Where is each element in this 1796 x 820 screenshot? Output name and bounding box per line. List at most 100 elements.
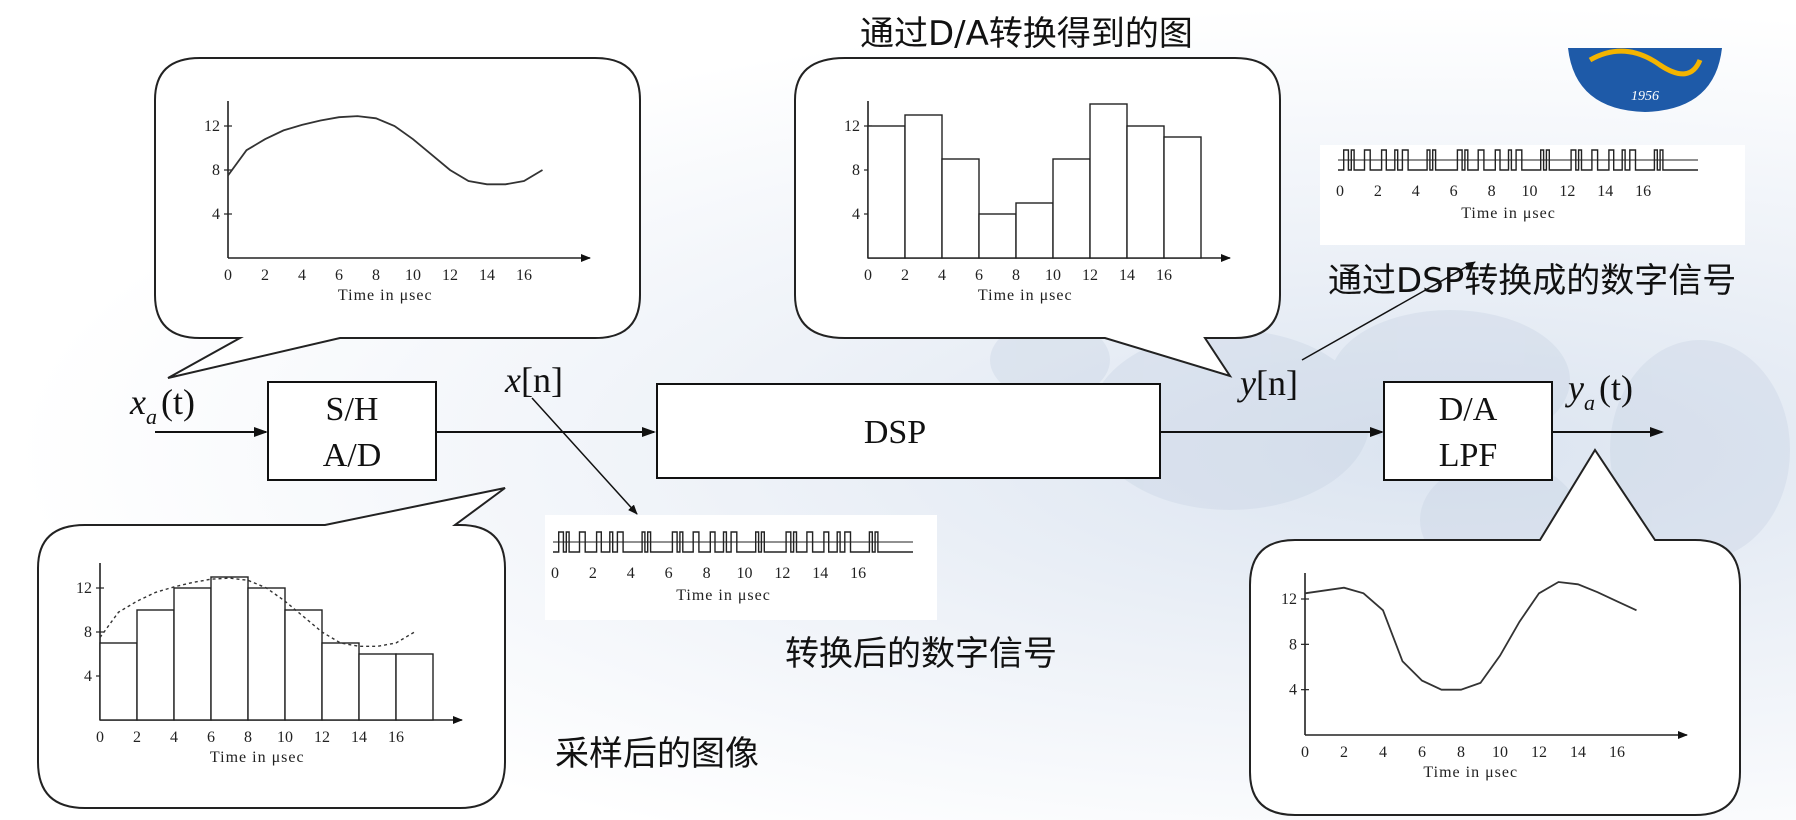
x-tick-label: 10 bbox=[736, 565, 752, 582]
x-tick-label: 12 bbox=[1082, 267, 1098, 284]
x-tick-label: 12 bbox=[314, 729, 330, 746]
y-tick-label: 12 bbox=[1281, 591, 1297, 608]
x-tick-label: 14 bbox=[351, 729, 367, 746]
y-tick-label: 12 bbox=[204, 118, 220, 135]
x-axis-label: Time in μsec bbox=[210, 749, 305, 766]
x-tick-label: 12 bbox=[774, 565, 790, 582]
bar bbox=[99, 642, 138, 721]
bar bbox=[210, 576, 249, 721]
x-tick-label: 6 bbox=[1450, 183, 1458, 200]
bar bbox=[284, 609, 323, 721]
x-tick-label: 0 bbox=[864, 267, 872, 284]
x-tick-label: 16 bbox=[388, 729, 404, 746]
bar bbox=[1052, 158, 1091, 259]
bar bbox=[1089, 103, 1128, 259]
bar bbox=[978, 213, 1017, 259]
y-tick-label: 4 bbox=[84, 668, 92, 685]
x-tick-label: 16 bbox=[1156, 267, 1172, 284]
x-axis-label: Time in μsec bbox=[1423, 764, 1518, 781]
x-tick-label: 16 bbox=[516, 267, 532, 284]
x-tick-label: 8 bbox=[1457, 744, 1465, 761]
x-tick-label: 10 bbox=[277, 729, 293, 746]
x-tick-label: 14 bbox=[1597, 183, 1613, 200]
x-tick-label: 16 bbox=[1609, 744, 1625, 761]
x-tick-label: 8 bbox=[703, 565, 711, 582]
lpf-label: LPF bbox=[1439, 437, 1498, 474]
x-tick-label: 8 bbox=[1488, 183, 1496, 200]
y-tick-label: 8 bbox=[852, 162, 860, 179]
y-tick-label: 4 bbox=[852, 206, 860, 223]
x-tick-label: 2 bbox=[589, 565, 597, 582]
y-tick-label: 12 bbox=[844, 118, 860, 135]
y-tick-label: 4 bbox=[1289, 682, 1297, 699]
x-tick-label: 10 bbox=[405, 267, 421, 284]
label-xn: x[n] bbox=[504, 360, 563, 400]
x-tick-label: 0 bbox=[1336, 183, 1344, 200]
bar bbox=[358, 653, 397, 721]
label-ya-t: ya (t) bbox=[1565, 368, 1633, 415]
logo-year: 1956 bbox=[1631, 89, 1659, 104]
x-tick-label: 2 bbox=[901, 267, 909, 284]
x-axis-label: Time in μsec bbox=[338, 287, 433, 304]
x-tick-label: 4 bbox=[938, 267, 946, 284]
x-tick-label: 12 bbox=[1531, 744, 1547, 761]
x-tick-label: 2 bbox=[1340, 744, 1348, 761]
bar bbox=[395, 653, 434, 721]
caption-sampled-image: 采样后的图像 bbox=[555, 734, 759, 774]
x-tick-label: 8 bbox=[372, 267, 380, 284]
x-tick-label: 8 bbox=[244, 729, 252, 746]
label-yn: y[n] bbox=[1237, 363, 1298, 403]
x-tick-label: 6 bbox=[665, 565, 673, 582]
caption-da-graph: 通过D/A转换得到的图 bbox=[860, 14, 1193, 54]
x-tick-label: 0 bbox=[1301, 744, 1309, 761]
bar bbox=[867, 125, 906, 259]
y-tick-label: 4 bbox=[212, 206, 220, 223]
bar bbox=[1126, 125, 1165, 259]
x-tick-label: 10 bbox=[1492, 744, 1508, 761]
label-xa-t: xa (t) bbox=[129, 382, 195, 429]
y-tick-label: 12 bbox=[76, 580, 92, 597]
x-tick-label: 4 bbox=[170, 729, 178, 746]
y-tick-label: 8 bbox=[212, 162, 220, 179]
x-tick-label: 2 bbox=[133, 729, 141, 746]
bar bbox=[1015, 202, 1054, 259]
y-tick-label: 8 bbox=[1289, 636, 1297, 653]
x-axis-label: Time in μsec bbox=[676, 587, 771, 604]
bar bbox=[173, 587, 212, 721]
x-tick-label: 2 bbox=[261, 267, 269, 284]
x-tick-label: 0 bbox=[551, 565, 559, 582]
ad-label: A/D bbox=[323, 437, 382, 474]
bar bbox=[247, 587, 286, 721]
x-tick-label: 6 bbox=[207, 729, 215, 746]
x-tick-label: 12 bbox=[1559, 183, 1575, 200]
x-tick-label: 8 bbox=[1012, 267, 1020, 284]
x-tick-label: 16 bbox=[850, 565, 866, 582]
pointer-xn-to-strip bbox=[531, 397, 638, 515]
x-tick-label: 6 bbox=[335, 267, 343, 284]
university-logo: 1956 bbox=[1568, 48, 1722, 112]
x-tick-label: 14 bbox=[479, 267, 495, 284]
x-tick-label: 6 bbox=[1418, 744, 1426, 761]
x-tick-label: 4 bbox=[298, 267, 306, 284]
dsp-label: DSP bbox=[864, 414, 926, 451]
sh-label: S/H bbox=[326, 391, 379, 428]
x-tick-label: 12 bbox=[442, 267, 458, 284]
x-axis-label: Time in μsec bbox=[978, 287, 1073, 304]
x-tick-label: 0 bbox=[96, 729, 104, 746]
x-tick-label: 6 bbox=[975, 267, 983, 284]
x-tick-label: 10 bbox=[1045, 267, 1061, 284]
x-tick-label: 4 bbox=[1379, 744, 1387, 761]
x-tick-label: 2 bbox=[1374, 183, 1382, 200]
bar bbox=[941, 158, 980, 259]
x-tick-label: 16 bbox=[1635, 183, 1651, 200]
x-tick-label: 10 bbox=[1521, 183, 1537, 200]
bar bbox=[1163, 136, 1202, 259]
x-tick-label: 4 bbox=[627, 565, 635, 582]
x-tick-label: 14 bbox=[1119, 267, 1135, 284]
x-tick-label: 4 bbox=[1412, 183, 1420, 200]
dsp-system-diagram: 1956 4 8 12 0 2 4 6 8 10 12 14 16 Time in μsec 4 8 12 0 2… bbox=[37, 14, 1790, 816]
x-tick-label: 14 bbox=[1570, 744, 1586, 761]
bar bbox=[136, 609, 175, 721]
x-tick-label: 14 bbox=[812, 565, 828, 582]
bar bbox=[321, 642, 360, 721]
